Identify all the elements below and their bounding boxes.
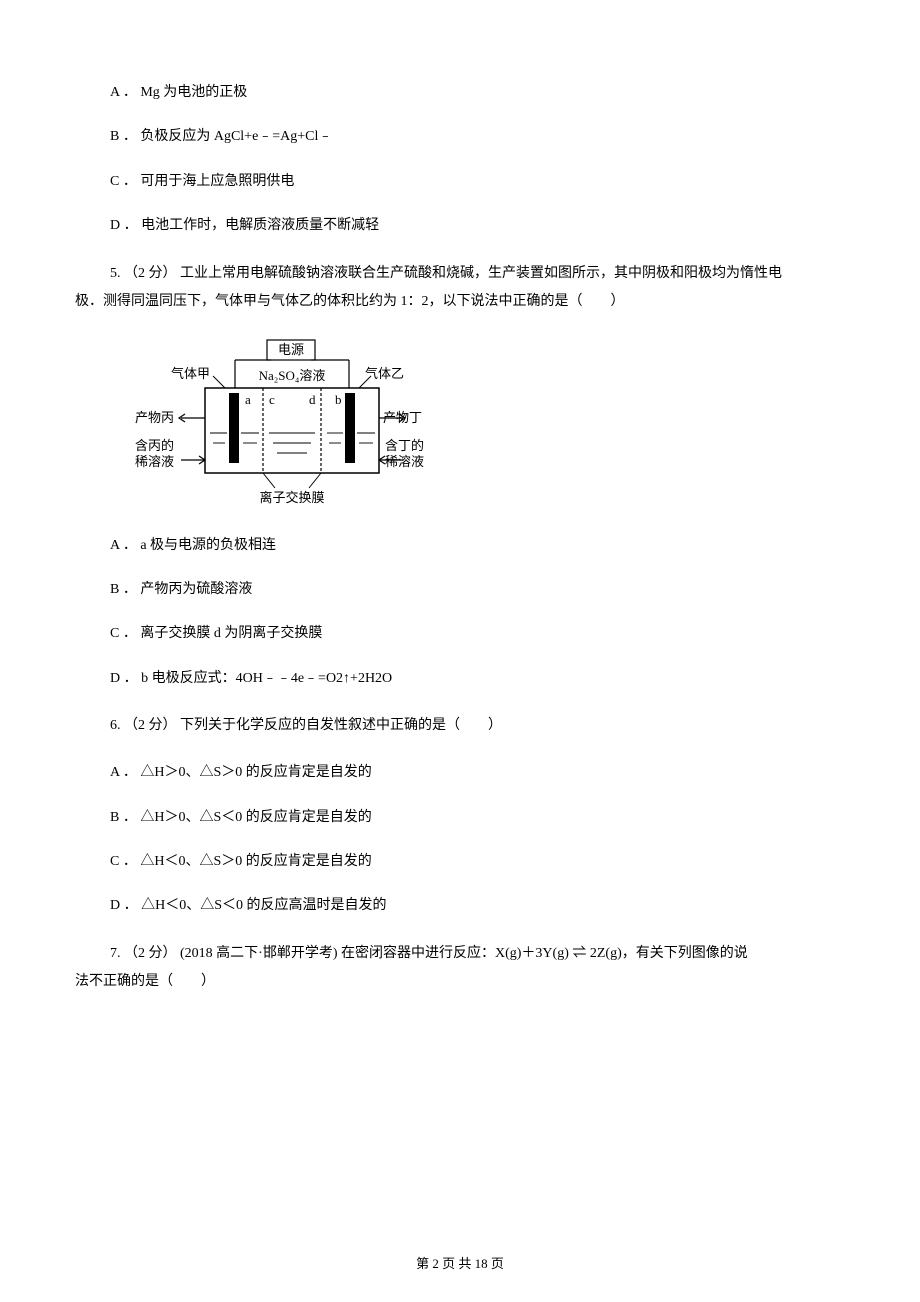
diagram-dilute-bing-1: 含丙的 [135, 438, 174, 453]
diagram-power-label: 电源 [278, 342, 304, 357]
q6-stem: 6. （2 分） 下列关于化学反应的自发性叙述中正确的是（ ） [110, 712, 845, 740]
diagram-svg: 电源 Na₂SO₄溶液 [135, 338, 435, 508]
q4-option-b: B ． 负极反应为 AgCl+e﹣=Ag+Cl﹣ [110, 126, 845, 148]
q7-stem-line2: 法不正确的是（ ） [75, 968, 845, 996]
q5-option-d: D ． b 电极反应式：4OH﹣﹣4e﹣=O2↑+2H2O [110, 668, 845, 690]
diagram-label-b: b [335, 392, 342, 407]
q7-stem-line1: 7. （2 分） (2018 高二下·邯郸开学考) 在密闭容器中进行反应：X(g… [75, 940, 845, 968]
q7-stem: 7. （2 分） (2018 高二下·邯郸开学考) 在密闭容器中进行反应：X(g… [75, 940, 845, 996]
q6-option-b: B ． △H＞0、△S＜0 的反应肯定是自发的 [110, 807, 845, 829]
q5-stem-line2: 极．测得同温同压下，气体甲与气体乙的体积比约为 1：2，以下说法中正确的是（ ） [75, 288, 845, 316]
electrolysis-diagram: 电源 Na₂SO₄溶液 [135, 338, 845, 513]
diagram-label-a: a [245, 392, 251, 407]
diagram-dilute-bing-2: 稀溶液 [135, 454, 174, 469]
diagram-label-d: d [309, 392, 316, 407]
q5-option-b: B ． 产物丙为硫酸溶液 [110, 579, 845, 601]
q5-option-a: A ． a 极与电源的负极相连 [110, 535, 845, 557]
diagram-dilute-ding-2: 稀溶液 [385, 454, 424, 469]
q5-stem-line1: 5. （2 分） 工业上常用电解硫酸钠溶液联合生产硫酸和烧碱，生产装置如图所示，… [75, 260, 845, 288]
q4-option-d: D ． 电池工作时，电解质溶液质量不断减轻 [110, 215, 845, 237]
q6-option-d: D ． △H＜0、△S＜0 的反应高温时是自发的 [110, 895, 845, 917]
diagram-prod-bing: 产物丙 [135, 410, 174, 425]
q4-option-a: A ． Mg 为电池的正极 [110, 82, 845, 104]
q5-stem: 5. （2 分） 工业上常用电解硫酸钠溶液联合生产硫酸和烧碱，生产装置如图所示，… [75, 260, 845, 316]
q4-option-c: C ． 可用于海上应急照明供电 [110, 171, 845, 193]
diagram-gas-jia: 气体甲 [171, 366, 210, 381]
diagram-label-c: c [269, 392, 275, 407]
diagram-gas-yi: 气体乙 [365, 366, 404, 381]
diagram-membrane-label: 离子交换膜 [259, 490, 324, 505]
q6-option-c: C ． △H＜0、△S＞0 的反应肯定是自发的 [110, 851, 845, 873]
page-footer: 第 2 页 共 18 页 [0, 1253, 920, 1272]
q6-option-a: A ． △H＞0、△S＞0 的反应肯定是自发的 [110, 762, 845, 784]
diagram-dilute-ding-1: 含丁的 [385, 438, 424, 453]
q5-option-c: C ． 离子交换膜 d 为阴离子交换膜 [110, 623, 845, 645]
diagram-solution-label: Na₂SO₄溶液 [259, 368, 326, 383]
diagram-prod-ding: 产物丁 [383, 410, 422, 425]
